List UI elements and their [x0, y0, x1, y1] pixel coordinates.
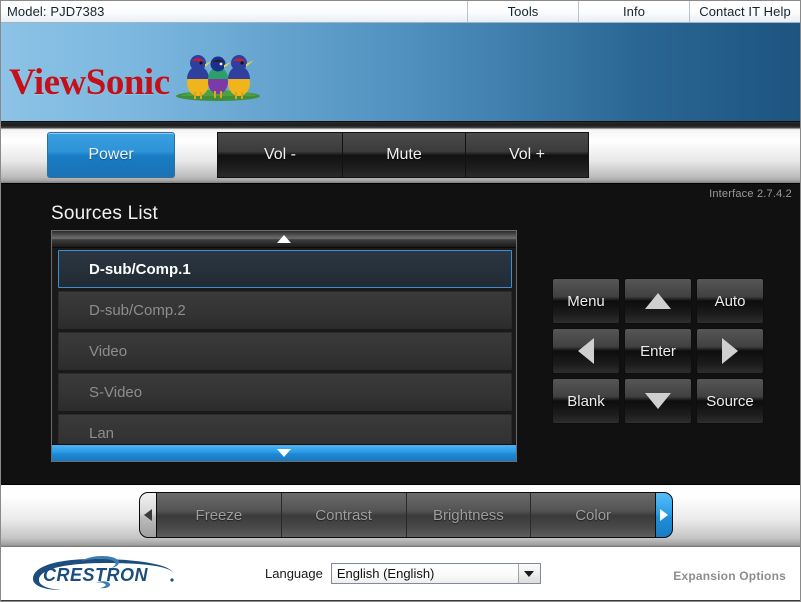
language-label: Language: [265, 566, 323, 581]
list-item-label: D-sub/Comp.2: [89, 301, 186, 319]
top-navigation-bar: Model: PJD7383 Tools Info Contact IT Hel…: [1, 1, 800, 23]
arrow-up-icon: [645, 293, 671, 309]
enter-button[interactable]: Enter: [624, 328, 692, 374]
nav-link-info[interactable]: Info: [578, 1, 689, 22]
adjustment-tabstrip-inner: Freeze Contrast Brightness Color: [139, 492, 673, 538]
blank-button[interactable]: Blank: [552, 378, 620, 424]
sources-scroll-up-button[interactable]: [52, 231, 516, 248]
viewsonic-birds-icon: [172, 47, 264, 101]
main-panel: Interface 2.7.4.2 Sources List D-sub/Com…: [1, 183, 800, 484]
navigate-right-button[interactable]: [696, 328, 764, 374]
source-item-video[interactable]: Video: [58, 332, 512, 370]
adjustment-tabstrip: Freeze Contrast Brightness Color: [1, 484, 800, 548]
menu-button[interactable]: Menu: [552, 278, 620, 324]
control-toolbar: Power Vol - Mute Vol +: [1, 121, 800, 184]
language-dropdown-toggle[interactable]: [517, 564, 540, 583]
tab-color[interactable]: Color: [531, 493, 655, 537]
language-select[interactable]: English (English): [330, 563, 541, 584]
auto-button[interactable]: Auto: [696, 278, 764, 324]
list-item-label: D-sub/Comp.1: [89, 260, 191, 278]
interface-version-label: Interface 2.7.4.2: [709, 188, 792, 200]
page-title: Sources List: [51, 203, 158, 224]
remote-keypad: Menu Auto Enter Blank Source: [552, 278, 764, 424]
projector-web-control-page: Model: PJD7383 Tools Info Contact IT Hel…: [0, 0, 801, 602]
language-selector-area: Language English (English): [265, 563, 541, 584]
source-item-dsub-comp-1[interactable]: D-sub/Comp.1: [58, 250, 512, 288]
expansion-options-link[interactable]: Expansion Options: [673, 569, 786, 583]
tabstrip-next-button[interactable]: [655, 492, 673, 538]
nav-link-contact-it-help[interactable]: Contact IT Help: [689, 1, 800, 22]
crestron-swoosh-icon: CRESTRON: [21, 555, 201, 593]
chevron-right-icon: [660, 509, 668, 521]
arrow-left-icon: [578, 338, 594, 364]
page-footer: CRESTRON Language English (English) Expa…: [1, 547, 800, 601]
source-button[interactable]: Source: [696, 378, 764, 424]
viewsonic-logo: ViewSonic: [9, 49, 264, 101]
tabstrip-prev-button[interactable]: [139, 492, 157, 538]
tab-brightness[interactable]: Brightness: [407, 493, 532, 537]
list-item-label: Video: [89, 342, 128, 360]
sources-list: D-sub/Comp.1 D-sub/Comp.2 Video S-Video …: [51, 230, 517, 462]
language-selected-value: English (English): [336, 566, 435, 581]
navigate-left-button[interactable]: [552, 328, 620, 374]
source-item-lan[interactable]: Lan: [58, 414, 512, 444]
triangle-down-icon: [277, 449, 291, 457]
list-item-label: S-Video: [89, 383, 143, 401]
brand-banner: ViewSonic: [1, 23, 800, 121]
volume-down-button[interactable]: Vol -: [217, 132, 343, 178]
tab-contrast[interactable]: Contrast: [282, 493, 407, 537]
source-item-dsub-comp-2[interactable]: D-sub/Comp.2: [58, 291, 512, 329]
sources-list-items: D-sub/Comp.1 D-sub/Comp.2 Video S-Video …: [52, 248, 516, 444]
svg-text:CRESTRON: CRESTRON: [43, 565, 149, 585]
tabstrip-tabs: Freeze Contrast Brightness Color: [157, 492, 655, 538]
source-item-s-video[interactable]: S-Video: [58, 373, 512, 411]
navigate-up-button[interactable]: [624, 278, 692, 324]
nav-link-tools[interactable]: Tools: [467, 1, 578, 22]
arrow-right-icon: [722, 338, 738, 364]
tab-freeze[interactable]: Freeze: [157, 493, 282, 537]
viewsonic-logo-text: ViewSonic: [9, 62, 170, 103]
arrow-down-icon: [645, 393, 671, 409]
caret-down-icon: [524, 570, 535, 577]
triangle-up-icon: [277, 235, 291, 243]
sources-scroll-down-button[interactable]: [52, 444, 516, 461]
navigate-down-button[interactable]: [624, 378, 692, 424]
mute-button[interactable]: Mute: [342, 132, 466, 178]
model-label: Model: PJD7383: [7, 4, 105, 19]
control-toolbar-inner: Power Vol - Mute Vol +: [1, 132, 800, 178]
list-item-label: Lan: [89, 424, 115, 442]
chevron-left-icon: [144, 509, 152, 521]
power-button[interactable]: Power: [47, 132, 175, 178]
volume-up-button[interactable]: Vol +: [465, 132, 589, 178]
